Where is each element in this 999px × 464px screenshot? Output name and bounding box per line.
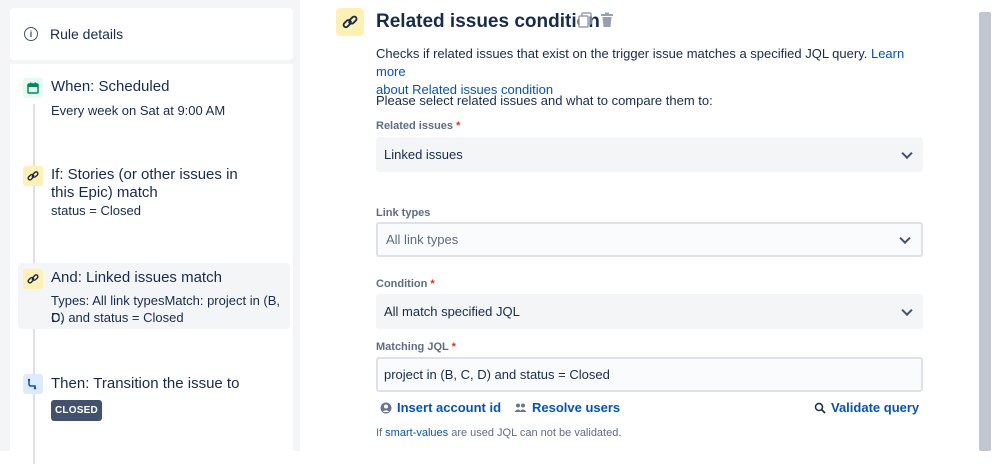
chevron-down-icon: [901, 304, 913, 316]
select-placeholder: All link types: [386, 232, 459, 247]
step-if-stories-match[interactable]: If: Stories (or other issues in this Epi…: [10, 160, 290, 230]
step-title-line1: If: Stories (or other issues in: [51, 166, 238, 183]
link-types-label: Link types: [376, 207, 431, 219]
user-circle-icon: [380, 402, 392, 413]
jql-validation-note: If smart-values are used JQL can not be …: [376, 427, 621, 439]
step-title-line2: this Epic) match: [51, 184, 158, 201]
step-subtitle-line2: D) and status = Closed: [51, 310, 184, 325]
step-when-scheduled[interactable]: When: Scheduled Every week on Sat at 9:0…: [10, 64, 290, 144]
button-label: Resolve users: [532, 400, 621, 415]
status-badge-wrap: CLOSED: [51, 400, 102, 421]
matching-jql-label: Matching JQL *: [376, 341, 456, 353]
component-config-panel: Related issues condition Checks if relat…: [300, 0, 975, 451]
rule-steps-list: When: Scheduled Every week on Sat at 9:0…: [10, 64, 293, 464]
validate-query-button[interactable]: Validate query: [814, 400, 919, 415]
select-value: All match specified JQL: [384, 304, 520, 319]
link-icon: [23, 166, 43, 186]
chevron-down-icon: [901, 147, 913, 159]
related-issues-label: Related issues *: [376, 120, 460, 132]
step-subtitle: status = Closed: [51, 203, 141, 218]
jql-input[interactable]: project in (B, C, D) and status = Closed: [376, 357, 923, 392]
label-text: Related issues: [376, 120, 454, 132]
link-icon: [23, 269, 43, 289]
link-types-select[interactable]: All link types: [376, 222, 923, 257]
step-title: And: Linked issues match: [51, 269, 222, 286]
required-mark: *: [456, 120, 461, 132]
scrollbar-thumb[interactable]: [979, 12, 991, 451]
copy-icon[interactable]: [578, 12, 592, 33]
step-then-transition[interactable]: Then: Transition the issue to CLOSED: [10, 366, 290, 426]
label-text: Condition: [376, 278, 428, 290]
rule-details-label: Rule details: [50, 26, 124, 42]
select-prompt: Please select related issues and what to…: [376, 93, 713, 108]
note-text: are used JQL can not be validated.: [448, 427, 622, 439]
chevron-down-icon: [899, 232, 911, 244]
step-title: Then: Transition the issue to: [51, 375, 240, 392]
condition-label: Condition *: [376, 278, 435, 290]
search-icon: [814, 402, 826, 414]
info-icon: i: [24, 27, 38, 41]
button-label: Insert account id: [397, 400, 502, 415]
insert-account-id-button[interactable]: Insert account id: [380, 400, 501, 415]
description-text: Checks if related issues that exist on t…: [376, 46, 871, 61]
resolve-users-button[interactable]: Resolve users: [514, 400, 620, 415]
description: Checks if related issues that exist on t…: [376, 45, 926, 99]
smart-values-link[interactable]: smart-values: [385, 427, 448, 439]
users-icon: [514, 403, 527, 412]
select-value: Linked issues: [384, 147, 463, 162]
condition-select[interactable]: All match specified JQL: [376, 294, 923, 329]
page-title: Related issues condition: [376, 11, 600, 32]
required-mark: *: [451, 341, 456, 353]
step-title: When: Scheduled: [51, 78, 170, 95]
rule-sidebar: i Rule details When: Scheduled Every wee…: [0, 0, 300, 464]
label-text: Matching JQL: [376, 341, 449, 353]
required-mark: *: [430, 278, 435, 290]
rule-details-button[interactable]: i Rule details: [10, 8, 293, 60]
header-actions: [578, 12, 614, 33]
calendar-icon: [23, 78, 43, 98]
button-label: Validate query: [831, 400, 920, 415]
trash-icon[interactable]: [600, 12, 614, 33]
step-and-linked-issues[interactable]: And: Linked issues match Types: All link…: [18, 263, 290, 329]
note-text: If: [376, 427, 386, 439]
transition-icon: [23, 374, 43, 394]
status-badge: CLOSED: [51, 400, 102, 421]
step-subtitle: Every week on Sat at 9:00 AM: [51, 103, 226, 118]
link-icon: [336, 8, 364, 36]
related-issues-select[interactable]: Linked issues: [376, 137, 923, 172]
